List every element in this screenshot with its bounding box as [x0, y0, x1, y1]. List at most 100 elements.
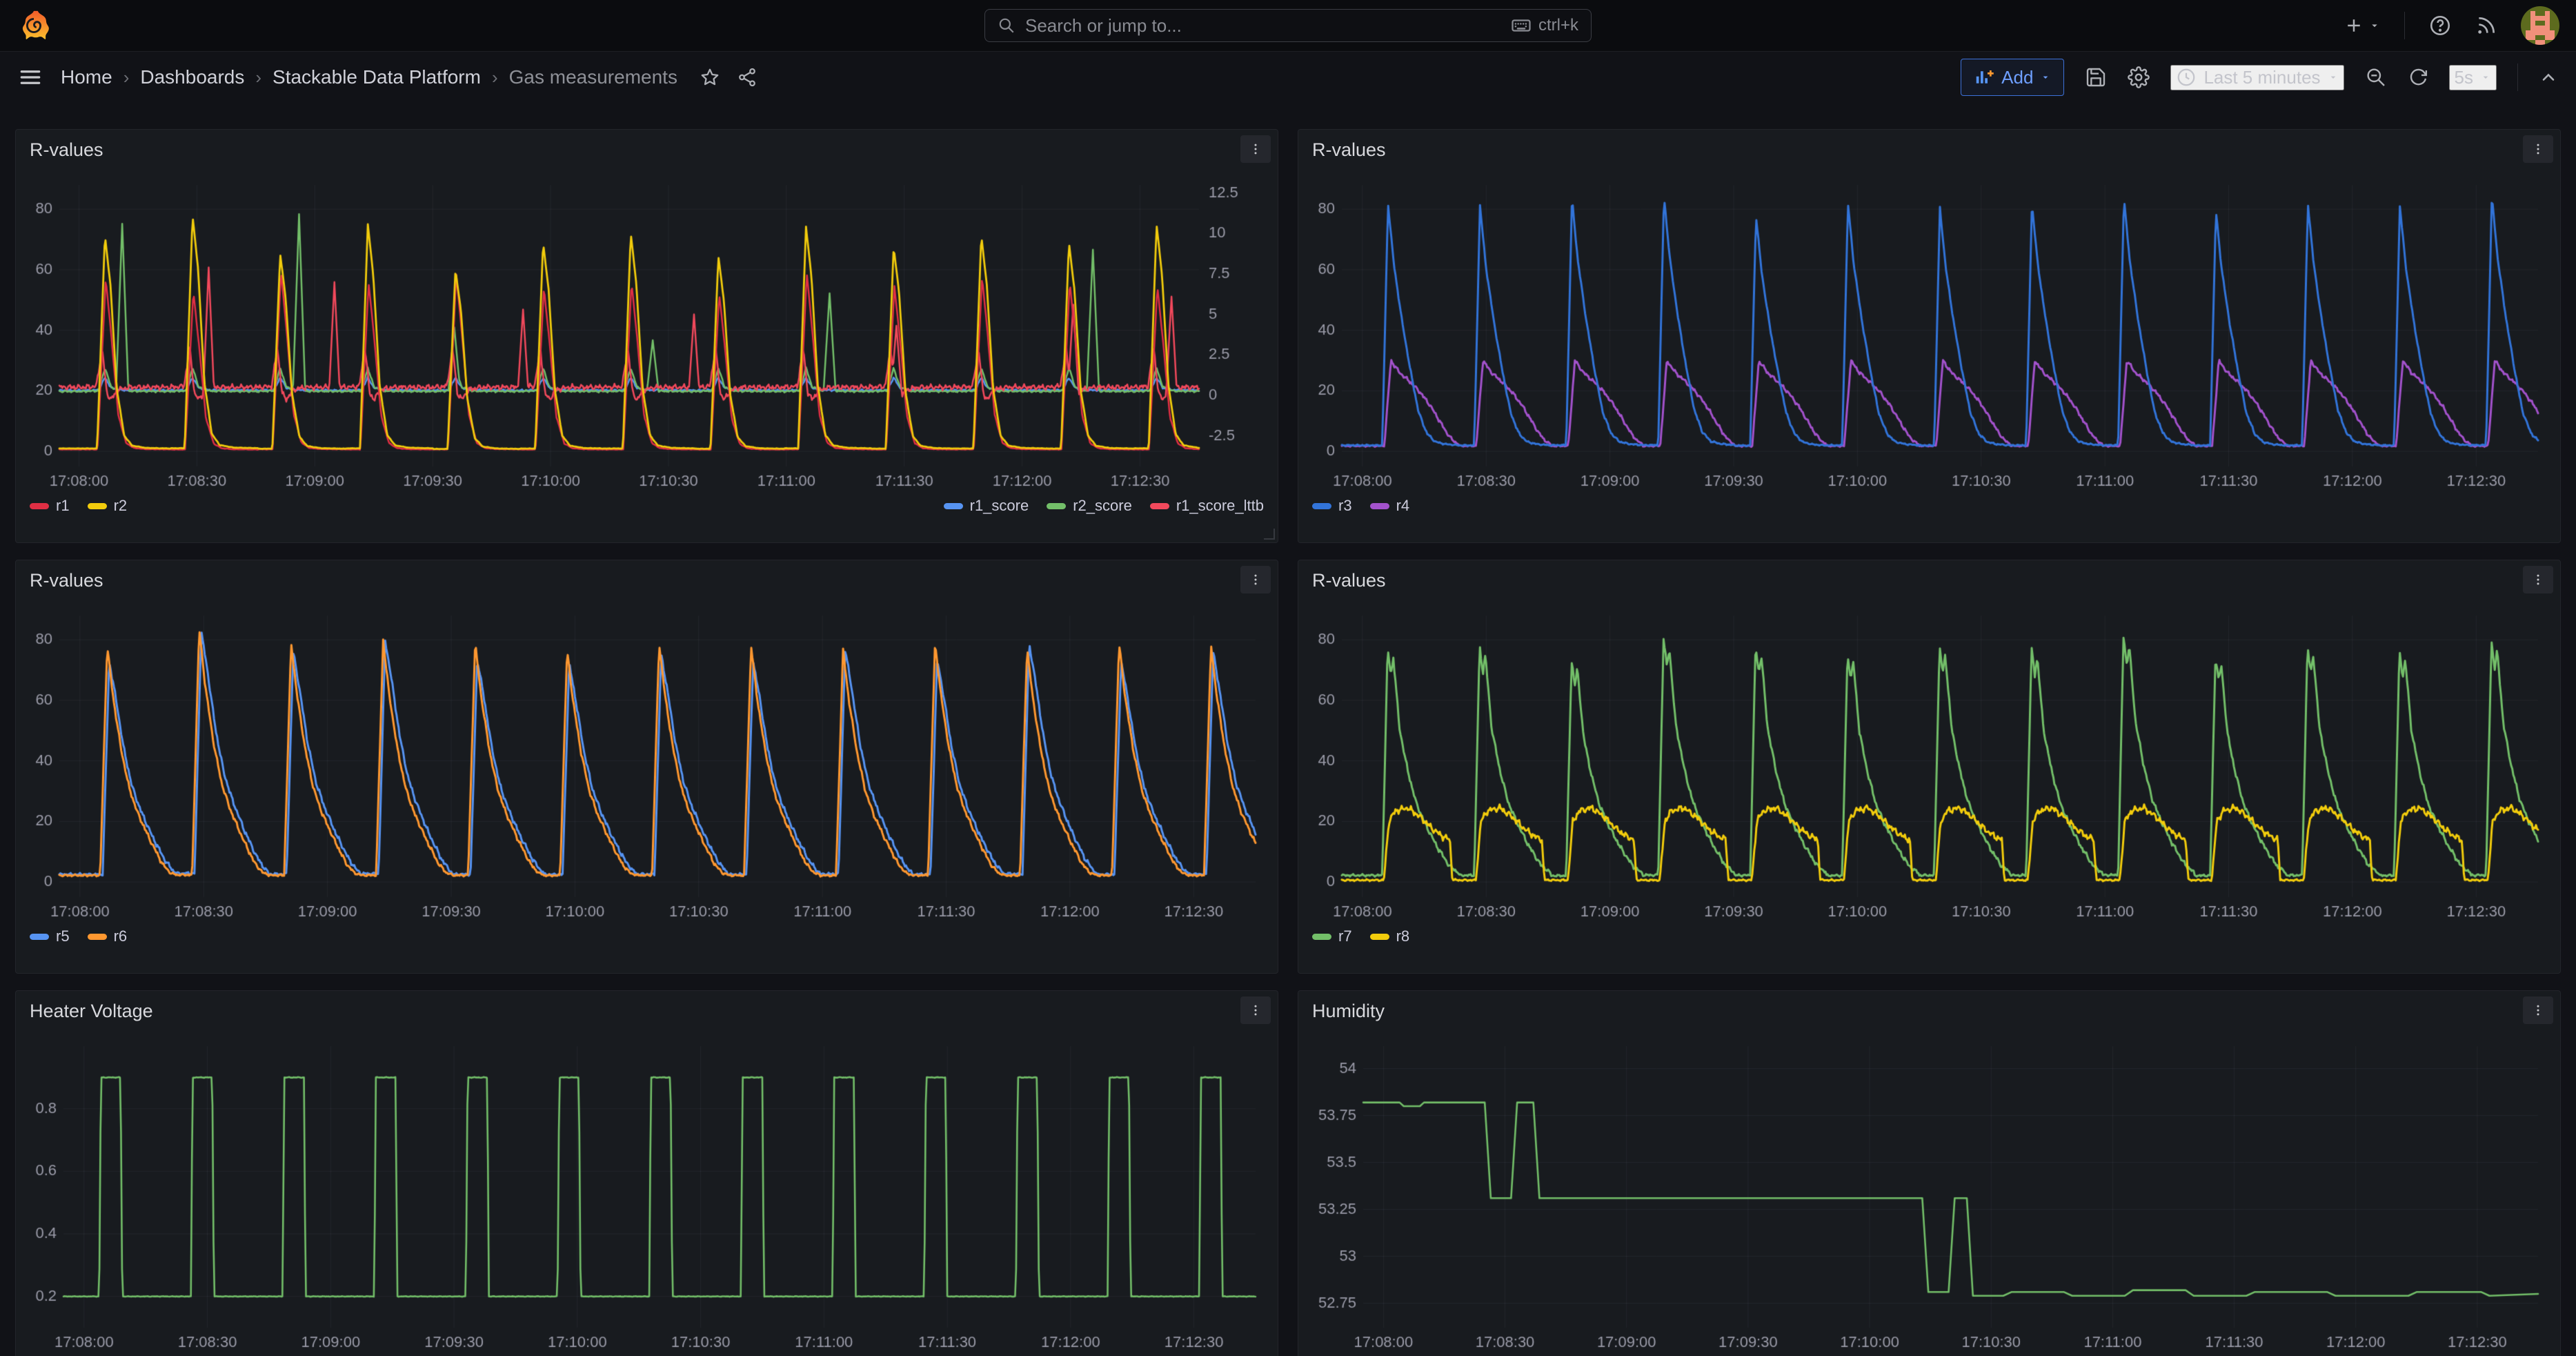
save-icon — [2085, 66, 2107, 88]
panel-title: R-values — [1312, 570, 1386, 591]
save-dashboard-button[interactable] — [2085, 66, 2107, 88]
refresh-icon — [2408, 67, 2428, 88]
legend-color-chip — [1312, 503, 1331, 509]
help-icon — [2428, 14, 2452, 37]
kebab-icon — [1249, 1003, 1262, 1017]
panel-legend: humidity — [1311, 1353, 2548, 1356]
breadcrumb-item-home[interactable]: Home — [61, 66, 112, 88]
collapse-toolbar-button[interactable] — [2539, 68, 2558, 87]
panel-header[interactable]: Heater Voltage — [28, 998, 1265, 1028]
panel-menu-button[interactable] — [1240, 135, 1271, 163]
legend-item-r3[interactable]: r3 — [1312, 497, 1352, 515]
hamburger-icon — [18, 65, 43, 90]
chevron-down-icon — [2328, 72, 2339, 83]
timeseries-chart[interactable] — [1311, 1028, 2548, 1353]
legend-item-r1[interactable]: r1 — [30, 497, 70, 515]
legend-color-chip — [88, 934, 107, 940]
dashboard-settings-button[interactable] — [2128, 66, 2150, 88]
dashboard-nav-bar: Home › Dashboards › Stackable Data Platf… — [0, 52, 2576, 103]
legend-item-r7[interactable]: r7 — [1312, 927, 1352, 945]
search-placeholder: Search or jump to... — [1025, 15, 1511, 37]
breadcrumb: Home › Dashboards › Stackable Data Platf… — [61, 66, 677, 88]
legend-label: r6 — [114, 927, 128, 945]
legend-color-chip — [944, 503, 963, 509]
keyboard-icon — [1511, 15, 1532, 36]
zoom-out-icon — [2365, 66, 2387, 88]
panel-resize-handle[interactable] — [1264, 529, 1275, 540]
timeseries-chart[interactable] — [28, 167, 1265, 491]
dashboard-panel: R-values r5 r6 — [15, 560, 1278, 974]
clock-icon — [2176, 67, 2197, 88]
help-button[interactable] — [2428, 14, 2452, 37]
panel-legend: r5 r6 — [28, 922, 1265, 951]
panel-title: R-values — [30, 570, 103, 591]
divider — [2517, 63, 2518, 91]
breadcrumb-item-folder[interactable]: Stackable Data Platform — [273, 66, 481, 88]
profile-avatar[interactable] — [2521, 6, 2559, 45]
panel-menu-button[interactable] — [2523, 566, 2553, 593]
top-bar: Search or jump to... ctrl+k — [0, 0, 2576, 52]
legend-item-r4[interactable]: r4 — [1370, 497, 1410, 515]
panel-legend: r3 r4 — [1311, 491, 2548, 520]
add-chart-icon — [1974, 67, 1994, 88]
legend-color-chip — [30, 503, 49, 509]
kebab-icon — [2531, 142, 2545, 156]
legend-color-chip — [1047, 503, 1066, 509]
breadcrumb-item-current: Gas measurements — [509, 66, 677, 88]
panel-legend: r7 r8 — [1311, 922, 2548, 951]
search-shortcut: ctrl+k — [1538, 16, 1578, 35]
legend-item-r6[interactable]: r6 — [88, 927, 128, 945]
legend-item-r5[interactable]: r5 — [30, 927, 70, 945]
refresh-button[interactable] — [2408, 67, 2428, 88]
panel-header[interactable]: Humidity — [1311, 998, 2548, 1028]
legend-label: r1_score — [970, 497, 1029, 515]
panel-header[interactable]: R-values — [1311, 567, 2548, 598]
legend-label: r2 — [114, 497, 128, 515]
search-input[interactable]: Search or jump to... ctrl+k — [984, 9, 1592, 42]
refresh-interval-picker[interactable]: 5s — [2449, 65, 2497, 90]
add-panel-button[interactable]: Add — [1961, 59, 2064, 96]
panel-title: Humidity — [1312, 1001, 1385, 1022]
panel-header[interactable]: R-values — [1311, 137, 2548, 167]
refresh-interval-label: 5s — [2455, 67, 2473, 88]
mega-menu-toggle[interactable] — [18, 65, 43, 90]
legend-label: r5 — [56, 927, 70, 945]
favorite-button[interactable] — [700, 67, 720, 88]
panel-header[interactable]: R-values — [28, 137, 1265, 167]
new-menu-button[interactable] — [2344, 15, 2381, 36]
share-button[interactable] — [737, 67, 757, 88]
legend-item-r2[interactable]: r2 — [88, 497, 128, 515]
panel-menu-button[interactable] — [1240, 996, 1271, 1024]
divider — [2404, 12, 2405, 39]
timeseries-chart[interactable] — [28, 598, 1265, 922]
legend-item-r1_score[interactable]: r1_score — [944, 497, 1029, 515]
panel-menu-button[interactable] — [2523, 135, 2553, 163]
legend-color-chip — [1150, 503, 1169, 509]
panel-header[interactable]: R-values — [28, 567, 1265, 598]
timeseries-chart[interactable] — [28, 1028, 1265, 1353]
legend-label: r3 — [1338, 497, 1352, 515]
legend-color-chip — [1370, 934, 1389, 940]
breadcrumb-item-dashboards[interactable]: Dashboards — [140, 66, 244, 88]
legend-item-r2_score[interactable]: r2_score — [1047, 497, 1132, 515]
time-range-picker[interactable]: Last 5 minutes — [2170, 65, 2344, 90]
search-icon — [998, 17, 1015, 35]
panel-menu-button[interactable] — [2523, 996, 2553, 1024]
legend-label: r7 — [1338, 927, 1352, 945]
dashboard-panel: R-values r7 r8 — [1298, 560, 2561, 974]
panel-legend: heatervoltage — [28, 1353, 1265, 1356]
timeseries-chart[interactable] — [1311, 167, 2548, 491]
legend-label: r4 — [1396, 497, 1410, 515]
zoom-out-button[interactable] — [2365, 66, 2387, 88]
panel-legend: r1 r2 r1_score r2_score r1_score_lttb — [28, 491, 1265, 520]
breadcrumb-separator: › — [123, 67, 130, 88]
panel-menu-button[interactable] — [1240, 566, 1271, 593]
chevron-down-icon — [2040, 72, 2051, 83]
kebab-icon — [1249, 573, 1262, 587]
legend-item-r8[interactable]: r8 — [1370, 927, 1410, 945]
legend-item-r1_score_lttb[interactable]: r1_score_lttb — [1150, 497, 1264, 515]
news-button[interactable] — [2475, 14, 2497, 37]
timeseries-chart[interactable] — [1311, 598, 2548, 922]
panel-title: Heater Voltage — [30, 1001, 153, 1022]
grafana-logo[interactable] — [18, 10, 50, 41]
